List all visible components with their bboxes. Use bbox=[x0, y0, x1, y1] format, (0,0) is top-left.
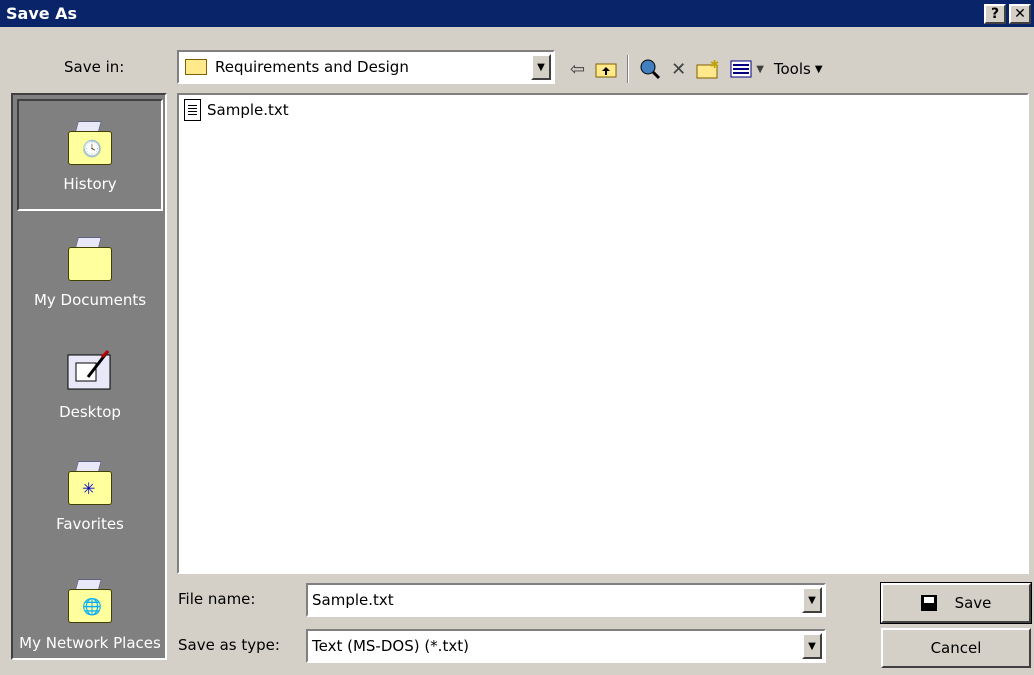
back-arrow-icon[interactable]: ⇦ bbox=[570, 59, 585, 80]
up-folder-icon[interactable] bbox=[595, 60, 617, 78]
place-label: My Network Places bbox=[19, 634, 161, 652]
place-label: History bbox=[63, 175, 117, 193]
toolbar: ⇦ ✕ ✱ ▼ Tools ▼ bbox=[570, 50, 823, 88]
save-as-type-label: Save as type: bbox=[178, 636, 280, 654]
svg-text:✱: ✱ bbox=[710, 59, 719, 71]
save-in-value: Requirements and Design bbox=[215, 58, 409, 76]
new-folder-icon[interactable]: ✱ bbox=[696, 59, 720, 79]
toolbar-separator bbox=[627, 55, 630, 83]
dropdown-arrow-icon[interactable]: ▼ bbox=[531, 54, 551, 80]
file-name-value: Sample.txt bbox=[312, 591, 394, 609]
search-web-icon[interactable] bbox=[639, 58, 661, 80]
place-my-documents[interactable]: My Documents bbox=[17, 213, 163, 325]
desktop-icon bbox=[64, 347, 116, 395]
close-button[interactable]: ✕ bbox=[1009, 3, 1031, 24]
list-item[interactable]: Sample.txt bbox=[184, 99, 289, 121]
network-places-icon: 🌐 bbox=[64, 577, 116, 625]
cancel-button[interactable]: Cancel bbox=[881, 628, 1031, 668]
text-file-icon bbox=[184, 99, 201, 121]
floppy-disk-icon bbox=[920, 595, 937, 611]
save-in-label: Save in: bbox=[64, 58, 125, 76]
file-name-label: File name: bbox=[178, 590, 256, 608]
dropdown-arrow-icon[interactable]: ▼ bbox=[802, 587, 822, 613]
help-button[interactable]: ? bbox=[984, 3, 1006, 24]
save-as-type-dropdown[interactable]: Text (MS-DOS) (*.txt) ▼ bbox=[306, 629, 826, 663]
favorites-icon: ✳ bbox=[64, 459, 116, 507]
save-button-label: Save bbox=[954, 594, 992, 612]
history-icon: 🕓 bbox=[64, 119, 116, 167]
delete-icon[interactable]: ✕ bbox=[671, 59, 686, 80]
my-documents-icon bbox=[64, 235, 116, 283]
place-desktop[interactable]: Desktop bbox=[17, 325, 163, 437]
views-icon[interactable]: ▼ bbox=[730, 60, 764, 78]
place-my-network-places[interactable]: 🌐 My Network Places bbox=[17, 547, 163, 659]
window-title: Save As bbox=[6, 4, 78, 23]
save-in-dropdown[interactable]: Requirements and Design ▼ bbox=[177, 50, 555, 84]
places-bar: 🕓 History My Documents Desktop ✳ Favorit… bbox=[11, 93, 167, 660]
place-label: Favorites bbox=[56, 515, 124, 533]
file-name-text: Sample.txt bbox=[207, 101, 289, 119]
save-button[interactable]: Save bbox=[880, 582, 1032, 624]
place-history[interactable]: 🕓 History bbox=[17, 99, 163, 211]
place-favorites[interactable]: ✳ Favorites bbox=[17, 437, 163, 549]
tools-menu[interactable]: Tools ▼ bbox=[774, 60, 823, 78]
save-as-type-value: Text (MS-DOS) (*.txt) bbox=[312, 637, 469, 655]
cancel-button-label: Cancel bbox=[930, 639, 982, 657]
file-name-field[interactable]: Sample.txt ▼ bbox=[306, 583, 826, 617]
place-label: Desktop bbox=[59, 403, 121, 421]
place-label: My Documents bbox=[33, 291, 147, 309]
file-list[interactable]: Sample.txt bbox=[177, 93, 1029, 574]
title-bar: Save As ? ✕ bbox=[0, 0, 1034, 27]
dropdown-arrow-icon[interactable]: ▼ bbox=[802, 633, 822, 659]
folder-icon bbox=[185, 59, 207, 75]
